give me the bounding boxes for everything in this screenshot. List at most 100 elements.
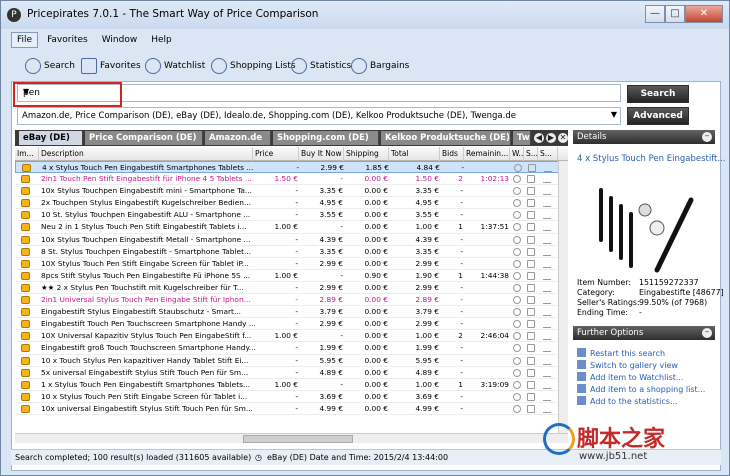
menu-help[interactable]: Help (146, 33, 177, 47)
col-bids[interactable]: Bids (440, 147, 464, 161)
cart-icon[interactable] (543, 357, 551, 365)
table-row[interactable]: ★★ 2 x Stylus Pen Touchstift mit Kugelsc… (15, 282, 568, 295)
table-row[interactable]: 10x Stylus Touchpen Eingabestift Metall … (15, 234, 568, 246)
info-icon[interactable] (527, 368, 535, 377)
col-price[interactable]: Price (253, 147, 299, 161)
option-add-shopping-list[interactable]: Add item to a shopping list... (577, 384, 705, 394)
table-row[interactable]: Eingabestift Touch Pen Touchscreen Smart… (15, 318, 568, 331)
vertical-scrollbar[interactable] (558, 161, 568, 433)
info-icon[interactable] (527, 175, 535, 184)
watch-icon[interactable] (513, 380, 521, 389)
tab-price-comparison[interactable]: Price Comparison (DE) (85, 131, 203, 145)
info-icon[interactable] (527, 392, 535, 401)
cart-icon[interactable] (543, 187, 551, 196)
search-button[interactable]: Search (627, 85, 689, 103)
watch-icon[interactable] (513, 283, 521, 292)
watch-icon[interactable] (513, 199, 521, 208)
info-icon[interactable] (527, 223, 535, 232)
watch-icon[interactable] (513, 404, 521, 413)
tab-shopping-com[interactable]: Shopping.com (DE) (273, 131, 379, 145)
cart-icon[interactable] (543, 175, 551, 184)
cart-icon[interactable] (543, 248, 551, 256)
cart-icon[interactable] (543, 296, 551, 305)
cart-icon[interactable] (543, 236, 551, 244)
watch-icon[interactable] (513, 332, 521, 341)
cart-icon[interactable] (543, 284, 551, 292)
cart-icon[interactable] (543, 199, 551, 208)
table-row[interactable]: 2in1 Touch Pen Stift Eingabestift für iP… (15, 173, 568, 186)
table-row[interactable]: 8pcs Stift Stylus Touch Pen Eingabestift… (15, 270, 568, 282)
info-icon[interactable] (527, 283, 535, 292)
col-buy-it-now[interactable]: Buy It Now (299, 147, 344, 161)
toolbar-bargains[interactable]: Bargains (351, 57, 409, 75)
info-icon[interactable] (528, 164, 536, 172)
tab-kelkoo[interactable]: Kelkoo Produktsuche (DE) (381, 131, 511, 145)
details-title[interactable]: 4 x Stylus Touch Pen Eingabestift... (577, 154, 725, 164)
table-row[interactable]: Eingabestift Stylus Eingabestift Staubsc… (15, 306, 568, 319)
option-add-statistics[interactable]: Add to the statistics... (577, 396, 678, 406)
table-row[interactable]: 4 x Stylus Touch Pen Eingabestift Smartp… (15, 161, 568, 174)
watch-icon[interactable] (513, 392, 521, 401)
watch-icon[interactable] (513, 259, 521, 268)
info-icon[interactable] (527, 296, 535, 305)
watch-icon[interactable] (513, 296, 521, 305)
watch-icon[interactable] (513, 271, 521, 280)
tab-twenga[interactable]: Tw (513, 131, 531, 145)
minimize-button[interactable]: — (645, 5, 665, 23)
cart-icon[interactable] (544, 164, 552, 172)
watch-icon[interactable] (513, 223, 521, 232)
cart-icon[interactable] (543, 344, 551, 353)
info-icon[interactable] (527, 308, 535, 317)
collapse-icon[interactable]: – (702, 132, 712, 142)
col-description[interactable]: Description (39, 147, 253, 161)
toolbar-watchlist[interactable]: Watchlist (145, 57, 205, 75)
col-remaining[interactable]: Remainin... (464, 147, 510, 161)
toolbar-search[interactable]: Search (25, 57, 75, 75)
toolbar-shopping-lists[interactable]: Shopping Lists (211, 57, 296, 75)
cart-icon[interactable] (543, 332, 551, 341)
tab-ebay[interactable]: eBay (DE) (19, 131, 83, 145)
col-s1[interactable]: S... (524, 147, 538, 161)
table-row[interactable]: 5x universal Eingabestift Stylus Stift T… (15, 367, 568, 379)
watch-icon[interactable] (513, 187, 521, 196)
tab-scroll-right-icon[interactable]: ▶ (546, 133, 556, 143)
option-restart-search[interactable]: Restart this search (577, 348, 665, 358)
cart-icon[interactable] (543, 260, 551, 268)
cart-icon[interactable] (543, 211, 551, 220)
col-total[interactable]: Total (389, 147, 440, 161)
info-icon[interactable] (527, 344, 535, 353)
collapse-icon[interactable]: – (702, 328, 712, 338)
chevron-down-icon[interactable]: ▼ (611, 110, 617, 119)
info-icon[interactable] (527, 380, 535, 389)
option-gallery-view[interactable]: Switch to gallery view (577, 360, 678, 370)
info-icon[interactable] (527, 271, 535, 280)
table-row[interactable]: 10x Stylus Touchpen Eingabestift mini - … (15, 185, 568, 198)
col-watch[interactable]: W... (510, 147, 524, 161)
sources-select[interactable]: Amazon.de, Price Comparison (DE), eBay (… (17, 107, 621, 125)
menu-favorites[interactable]: Favorites (42, 33, 93, 47)
watch-icon[interactable] (513, 344, 521, 353)
table-row[interactable]: 10X Universal Kapazitiv Stylus Touch Pen… (15, 330, 568, 343)
info-icon[interactable] (527, 199, 535, 208)
table-row[interactable]: 10X Stylus Touch Pen Stift Eingabe Scree… (15, 258, 568, 270)
table-row[interactable]: 10x universal Eingabestift Stylus Stift … (15, 403, 568, 415)
col-shipping[interactable]: Shipping (344, 147, 389, 161)
cart-icon[interactable] (543, 223, 551, 232)
table-row[interactable]: 10 x Touch Stylus Pen kapazitiver Handy … (15, 355, 568, 367)
info-icon[interactable] (527, 332, 535, 341)
watch-icon[interactable] (513, 356, 521, 365)
menu-file[interactable]: File (11, 32, 39, 48)
watch-icon[interactable] (513, 320, 521, 329)
info-icon[interactable] (527, 211, 535, 220)
table-row[interactable]: 10 x Stylus Touch Pen Stift Eingabe Scre… (15, 391, 568, 403)
cart-icon[interactable] (543, 381, 551, 389)
horizontal-scrollbar[interactable] (15, 433, 568, 443)
cart-icon[interactable] (543, 369, 551, 377)
cart-icon[interactable] (543, 393, 551, 401)
cart-icon[interactable] (543, 405, 551, 413)
tab-amazon[interactable]: Amazon.de (205, 131, 271, 145)
info-icon[interactable] (527, 235, 535, 244)
info-icon[interactable] (527, 247, 535, 256)
tab-close-icon[interactable]: ✕ (558, 133, 568, 143)
menu-window[interactable]: Window (97, 33, 143, 47)
